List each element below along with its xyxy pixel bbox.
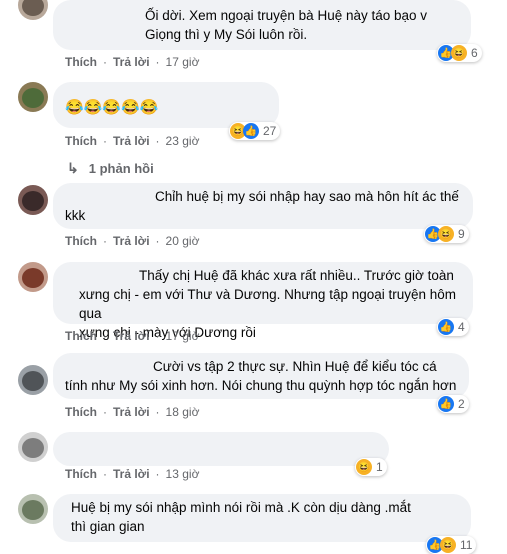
comment-text-line: Chỉh huệ bị my sói nhập hay sao mà hôn h… — [155, 189, 459, 204]
like-reaction-icon: 👍 — [243, 123, 259, 139]
comment-text-line: Giọng thì y My Sói luôn rồi. — [145, 27, 308, 42]
comment-actions: Thích · Trả lời · 13 giờ — [65, 467, 199, 481]
reaction-summary[interactable]: 👍 4 — [437, 318, 469, 336]
comment-text-line: tính như My sói xinh hơn. Nói chung thu … — [65, 378, 457, 393]
timestamp[interactable]: 23 giờ — [166, 134, 200, 148]
avatar[interactable] — [18, 365, 48, 395]
comment-text-line: xưng chị - em với Thư và Dương. Nhưng tậ… — [79, 287, 457, 321]
reaction-summary[interactable]: 👍 😆 11 — [426, 536, 477, 554]
reaction-summary[interactable]: 😆 1 — [355, 458, 387, 476]
separator-dot: · — [103, 234, 107, 248]
comment-actions: Thích · Trả lời · 23 giờ — [65, 134, 199, 148]
like-reaction-icon: 👍 — [438, 319, 454, 335]
reply-button[interactable]: Trả lời — [113, 55, 150, 69]
avatar-photo — [22, 191, 44, 211]
reaction-count: 1 — [376, 460, 383, 474]
like-button[interactable]: Thích — [65, 329, 97, 343]
comment-bubble: Cười vs tập 2 thực sự. Nhìn Huệ để kiểu … — [53, 353, 469, 399]
avatar-photo — [22, 0, 44, 16]
comment-text-line: Huệ bị my sói nhập mình nói rồi mà .K cò… — [71, 500, 411, 515]
separator-dot: · — [155, 55, 160, 69]
comment-actions: Thích · Trả lời · 18 giờ — [65, 405, 199, 419]
avatar-photo — [22, 500, 44, 520]
comment-actions: Thích · Trả lời · 20 giờ — [65, 234, 199, 248]
timestamp[interactable]: 13 giờ — [166, 467, 200, 481]
haha-reaction-icon: 😆 — [440, 537, 456, 553]
replies-count-label: 1 phản hồi — [88, 161, 154, 176]
avatar-photo — [22, 268, 44, 288]
separator-dot: · — [103, 329, 107, 343]
reply-button[interactable]: Trả lời — [113, 467, 150, 481]
comment-text-line: Ối dời. Xem ngoại truyện bà Huệ này táo … — [145, 8, 428, 23]
haha-reaction-icon: 😆 — [356, 459, 372, 475]
separator-dot: · — [103, 405, 107, 419]
haha-reaction-icon: 😆 — [438, 226, 454, 242]
reaction-count: 11 — [460, 538, 473, 552]
like-button[interactable]: Thích — [65, 467, 97, 481]
comment-bubble: Huệ bị my sói nhập mình nói rồi mà .K cò… — [53, 494, 471, 542]
like-button[interactable]: Thích — [65, 234, 97, 248]
comment-text-line: 😂😂😂😂😂 — [65, 99, 159, 116]
haha-reaction-icon: 😆 — [451, 45, 467, 61]
comment-actions: Thích · Trả lời · 17 giờ — [65, 329, 199, 343]
reaction-summary[interactable]: 😆 👍 27 — [229, 122, 281, 140]
avatar-photo — [22, 88, 44, 108]
reaction-summary[interactable]: 👍 😆 6 — [437, 44, 482, 62]
comment-bubble: Ối dời. Xem ngoại truyện bà Huệ này táo … — [53, 0, 471, 50]
comment-actions: Thích · Trả lời · 17 giờ — [65, 55, 199, 69]
avatar[interactable] — [18, 185, 48, 215]
separator-dot: · — [155, 234, 160, 248]
comment-bubble: Chỉh huệ bị my sói nhập hay sao mà hôn h… — [53, 183, 473, 229]
reply-button[interactable]: Trả lời — [113, 234, 150, 248]
avatar[interactable] — [18, 82, 48, 112]
comment-bubble — [53, 432, 389, 466]
avatar-photo — [22, 438, 44, 458]
avatar[interactable] — [18, 262, 48, 292]
timestamp[interactable]: 17 giờ — [166, 55, 200, 69]
reaction-count: 2 — [458, 397, 465, 411]
timestamp[interactable]: 17 giờ — [166, 329, 200, 343]
separator-dot: · — [103, 467, 107, 481]
reaction-count: 9 — [458, 227, 465, 241]
separator-dot: · — [103, 134, 107, 148]
separator-dot: · — [155, 467, 160, 481]
timestamp[interactable]: 18 giờ — [166, 405, 200, 419]
view-replies-link[interactable]: ↳ 1 phản hồi — [67, 160, 154, 177]
timestamp[interactable]: 20 giờ — [166, 234, 200, 248]
comment-text-line: kkk — [65, 208, 86, 223]
avatar-photo — [22, 371, 44, 391]
comment-text-line: thì gian gian — [71, 519, 145, 534]
comment-text-line: Cười vs tập 2 thực sự. Nhìn Huệ để kiểu … — [153, 359, 437, 374]
avatar[interactable] — [18, 494, 48, 524]
reply-button[interactable]: Trả lời — [113, 329, 150, 343]
reply-button[interactable]: Trả lời — [113, 134, 150, 148]
reaction-count: 6 — [471, 46, 478, 60]
like-button[interactable]: Thích — [65, 134, 97, 148]
avatar[interactable] — [18, 432, 48, 462]
separator-dot: · — [155, 134, 160, 148]
separator-dot: · — [103, 55, 107, 69]
reaction-count: 27 — [263, 124, 277, 138]
separator-dot: · — [155, 329, 160, 343]
avatar[interactable] — [18, 0, 48, 20]
reaction-summary[interactable]: 👍 😆 9 — [424, 225, 469, 243]
reply-arrow-icon: ↳ — [67, 160, 79, 176]
reply-button[interactable]: Trả lời — [113, 405, 150, 419]
like-button[interactable]: Thích — [65, 405, 97, 419]
separator-dot: · — [155, 405, 160, 419]
comment-text-line: Thấy chị Huệ đã khác xưa rất nhiều.. Trư… — [139, 268, 454, 283]
comment-bubble: Thấy chị Huệ đã khác xưa rất nhiều.. Trư… — [53, 262, 473, 340]
reaction-summary[interactable]: 👍 2 — [437, 395, 469, 413]
like-button[interactable]: Thích — [65, 55, 97, 69]
like-reaction-icon: 👍 — [438, 396, 454, 412]
reaction-count: 4 — [458, 320, 465, 334]
